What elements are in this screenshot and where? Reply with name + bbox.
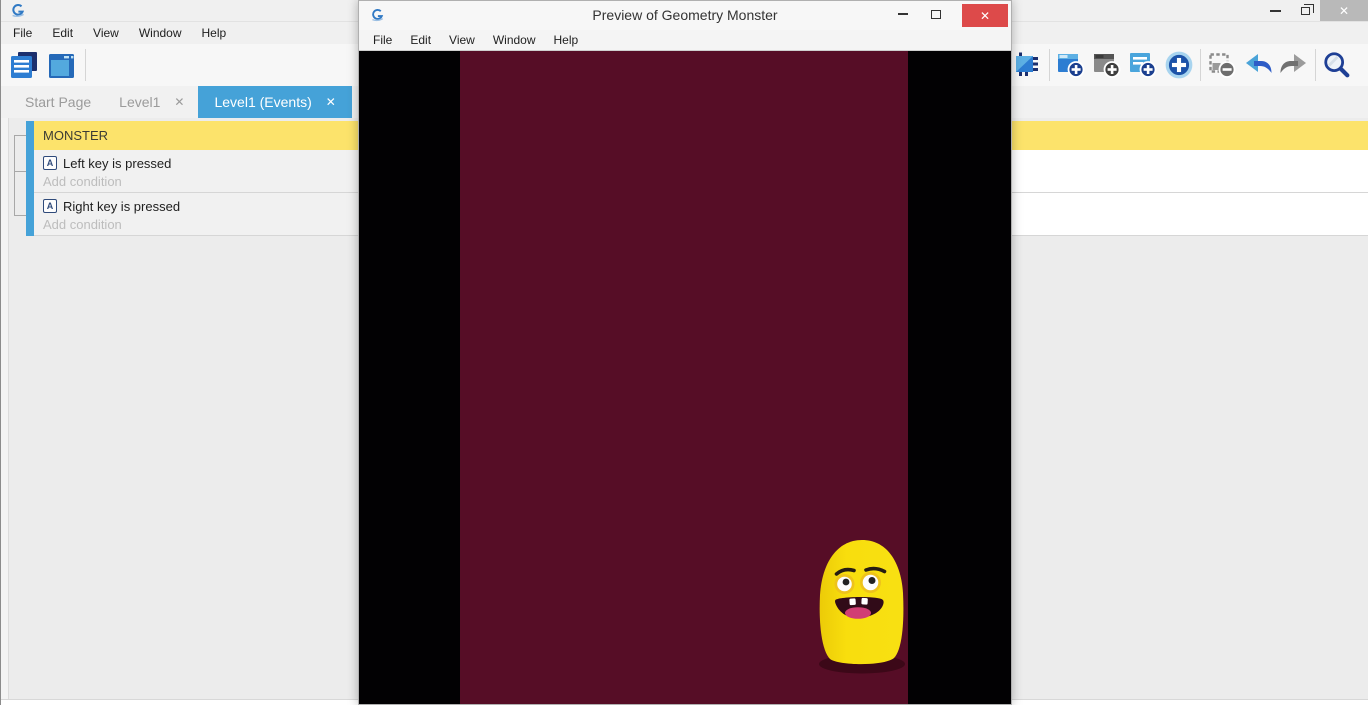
toolbar-separator — [1049, 49, 1050, 81]
tree-connector — [14, 135, 26, 136]
preview-minimize-button[interactable] — [890, 1, 916, 27]
maximize-icon — [931, 10, 941, 19]
add-comment-icon[interactable] — [1128, 48, 1158, 82]
tree-connector — [14, 215, 26, 216]
tab-label: Level1 — [119, 94, 160, 110]
monster-sprite — [813, 537, 909, 677]
minimize-icon — [1270, 10, 1281, 12]
add-event-icon[interactable] — [1056, 48, 1086, 82]
menu-view[interactable]: View — [83, 22, 129, 45]
debugger-icon[interactable] — [1013, 48, 1043, 82]
preview-menubar: File Edit View Window Help — [359, 30, 1011, 51]
close-icon: ✕ — [980, 9, 990, 23]
minimize-button[interactable] — [1260, 0, 1290, 21]
menu-edit[interactable]: Edit — [42, 22, 83, 45]
menu-file[interactable]: File — [3, 22, 42, 45]
project-manager-icon[interactable] — [9, 48, 39, 82]
keyboard-key-icon: A — [43, 199, 57, 213]
menu-help[interactable]: Help — [545, 30, 588, 51]
add-subevent-icon[interactable] — [1092, 48, 1122, 82]
menu-window[interactable]: Window — [484, 30, 545, 51]
menu-help[interactable]: Help — [192, 22, 237, 45]
scene-editor-icon[interactable] — [47, 48, 77, 82]
toolbar-separator — [85, 49, 86, 81]
preview-close-button[interactable]: ✕ — [962, 4, 1008, 27]
toolbar-separator — [1315, 49, 1316, 81]
preview-maximize-button[interactable] — [923, 1, 949, 27]
add-more-events-icon[interactable] — [1164, 48, 1194, 82]
tab-close-icon[interactable]: ✕ — [174, 95, 184, 109]
condition-text: Left key is pressed — [63, 156, 171, 171]
condition-text: Right key is pressed — [63, 199, 180, 214]
preview-window: Preview of Geometry Monster ✕ File Edit … — [358, 0, 1012, 705]
menu-file[interactable]: File — [364, 30, 401, 51]
tab-start-page[interactable]: Start Page — [11, 86, 105, 118]
menu-edit[interactable]: Edit — [401, 30, 440, 51]
game-canvas[interactable] — [359, 51, 1011, 704]
restore-button[interactable] — [1290, 0, 1320, 21]
undo-icon[interactable] — [1243, 48, 1273, 82]
tab-label: Level1 (Events) — [214, 94, 311, 110]
minimize-icon — [898, 13, 908, 15]
tab-level1[interactable]: Level1 ✕ — [105, 86, 198, 118]
tab-level1-events[interactable]: Level1 (Events) ✕ — [198, 86, 351, 118]
tab-close-icon[interactable]: ✕ — [326, 95, 336, 109]
event-selection-bar[interactable] — [26, 121, 34, 236]
close-icon: ✕ — [1339, 4, 1349, 18]
restore-icon — [1301, 7, 1310, 15]
search-icon[interactable] — [1322, 48, 1352, 82]
menu-view[interactable]: View — [440, 30, 484, 51]
tab-label: Start Page — [25, 94, 91, 110]
keyboard-key-icon: A — [43, 156, 57, 170]
toolbar-separator — [1200, 49, 1201, 81]
events-gutter — [1, 118, 9, 699]
tree-connector — [14, 171, 26, 172]
delete-event-icon[interactable] — [1207, 48, 1237, 82]
menu-window[interactable]: Window — [129, 22, 192, 45]
comment-text: MONSTER — [43, 128, 108, 143]
tree-connector — [14, 135, 15, 215]
redo-icon[interactable] — [1279, 48, 1309, 82]
preview-titlebar[interactable]: Preview of Geometry Monster ✕ — [359, 1, 1011, 30]
close-button[interactable]: ✕ — [1320, 0, 1368, 21]
